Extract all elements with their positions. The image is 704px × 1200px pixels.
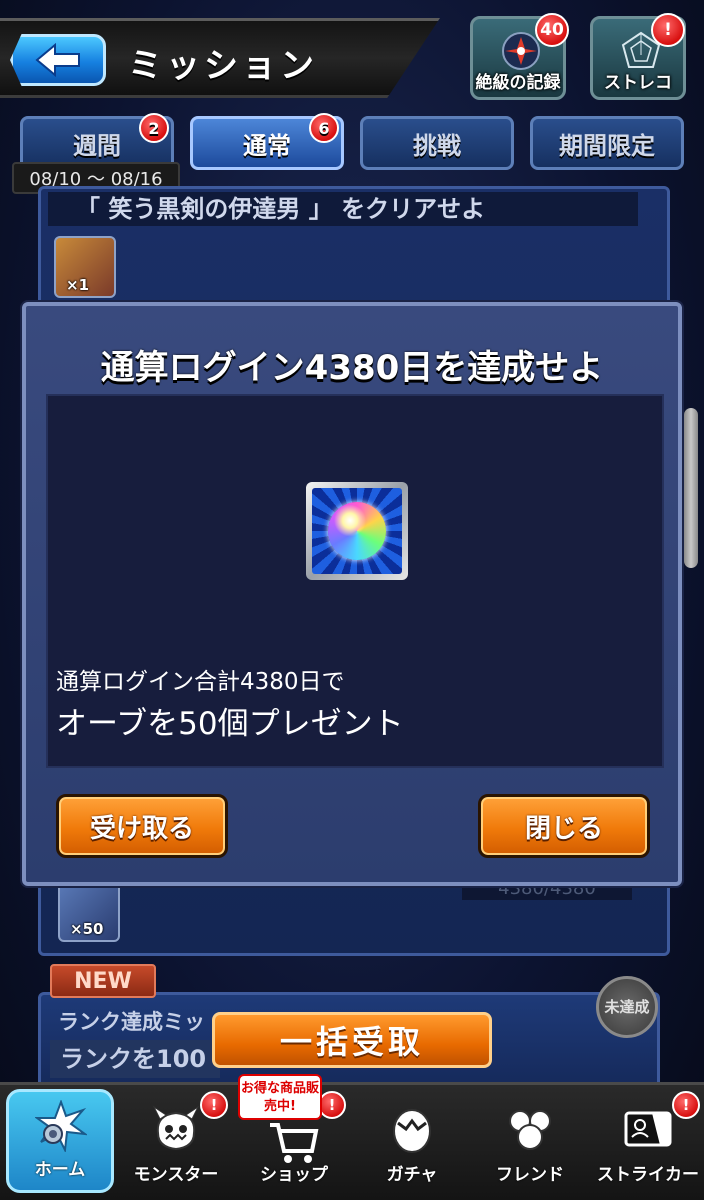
nav-badge: ! bbox=[672, 1091, 700, 1119]
tab-badge: 2 bbox=[139, 113, 169, 143]
rainbow-orb-icon bbox=[306, 482, 408, 580]
receive-button[interactable]: 受け取る bbox=[56, 794, 228, 858]
mission-detail-modal: 通算ログイン4380日を達成せよ 通算ログイン合計4380日で オーブを50個プ… bbox=[22, 302, 682, 886]
storeco-button[interactable]: ストレコ ! bbox=[590, 13, 686, 100]
nav-label: ストライカー bbox=[597, 1165, 699, 1185]
gacha-egg-icon bbox=[393, 1109, 431, 1153]
tab-challenge[interactable]: 挑戦 bbox=[360, 116, 514, 170]
status-badge: 未達成 bbox=[596, 976, 658, 1038]
nav-badge: ! bbox=[200, 1091, 228, 1119]
tab-normal[interactable]: 通常 6 bbox=[190, 113, 344, 170]
records-badge: 40 bbox=[535, 13, 569, 47]
shop-promo-badge: お得な商品販売中! bbox=[238, 1074, 322, 1120]
nav-label: フレンド bbox=[496, 1165, 564, 1185]
nav-home[interactable]: ホーム bbox=[6, 1089, 114, 1193]
back-arrow-icon bbox=[35, 43, 80, 77]
nav-label: モンスター bbox=[133, 1165, 219, 1185]
new-tag: NEW bbox=[50, 964, 156, 998]
close-button[interactable]: 閉じる bbox=[478, 794, 650, 858]
orb-reward-icon: ×50 bbox=[58, 880, 120, 942]
orb-sphere bbox=[328, 502, 386, 560]
nav-monster[interactable]: モンスター ! bbox=[120, 1091, 232, 1195]
friend-icon bbox=[509, 1110, 551, 1150]
reward-count: ×1 bbox=[66, 276, 90, 294]
tab-label: 期間限定 bbox=[559, 131, 655, 160]
nav-friend[interactable]: フレンド bbox=[474, 1095, 586, 1195]
records-label: 絶級の記録 bbox=[475, 73, 561, 93]
tab-label: 通常 bbox=[243, 131, 291, 160]
monster-reward-icon: ×1 bbox=[54, 236, 116, 298]
striker-card-icon bbox=[624, 1111, 672, 1147]
mission-title: 「 笑う黒剣の伊達男 」 をクリアせよ bbox=[48, 192, 638, 226]
storeco-label: ストレコ bbox=[604, 73, 672, 93]
nav-badge: ! bbox=[318, 1091, 346, 1119]
mission-card-subtitle: ランクを100 bbox=[50, 1040, 220, 1078]
back-button[interactable] bbox=[10, 34, 106, 86]
tab-limited[interactable]: 期間限定 bbox=[530, 116, 684, 170]
storeco-badge: ! bbox=[651, 13, 685, 47]
description-line2: オーブを50個プレゼント bbox=[56, 706, 404, 742]
tab-label: 週間 bbox=[73, 131, 121, 160]
nav-striker[interactable]: ストライカー ! bbox=[592, 1091, 704, 1195]
nav-gacha[interactable]: ガチャ bbox=[356, 1095, 468, 1195]
description-line1: 通算ログイン合計4380日で bbox=[56, 669, 345, 695]
nav-label: ショップ bbox=[260, 1165, 328, 1185]
home-icon bbox=[35, 1100, 87, 1152]
nav-label: ホーム bbox=[34, 1160, 86, 1180]
records-button[interactable]: 絶級の記録 40 bbox=[470, 13, 569, 100]
nav-label: ガチャ bbox=[386, 1165, 438, 1185]
header: ミッション 絶級の記録 40 ストレコ ! bbox=[0, 0, 704, 110]
page-title: ミッション bbox=[128, 46, 318, 86]
bulk-receive-button[interactable]: 一括受取 bbox=[212, 1012, 492, 1068]
monster-icon bbox=[152, 1105, 200, 1151]
modal-title: 通算ログイン4380日を達成せよ bbox=[100, 348, 604, 388]
mission-card-title: ランク達成ミッ bbox=[58, 1010, 205, 1034]
bottom-nav: ホーム モンスター ! ショップ ! ガチャ フレンド ストライカー ! bbox=[0, 1082, 704, 1200]
scrollbar-handle[interactable] bbox=[684, 408, 698, 568]
tab-badge: 6 bbox=[309, 113, 339, 143]
tab-label: 挑戦 bbox=[413, 131, 461, 160]
reward-count: ×50 bbox=[70, 920, 104, 938]
